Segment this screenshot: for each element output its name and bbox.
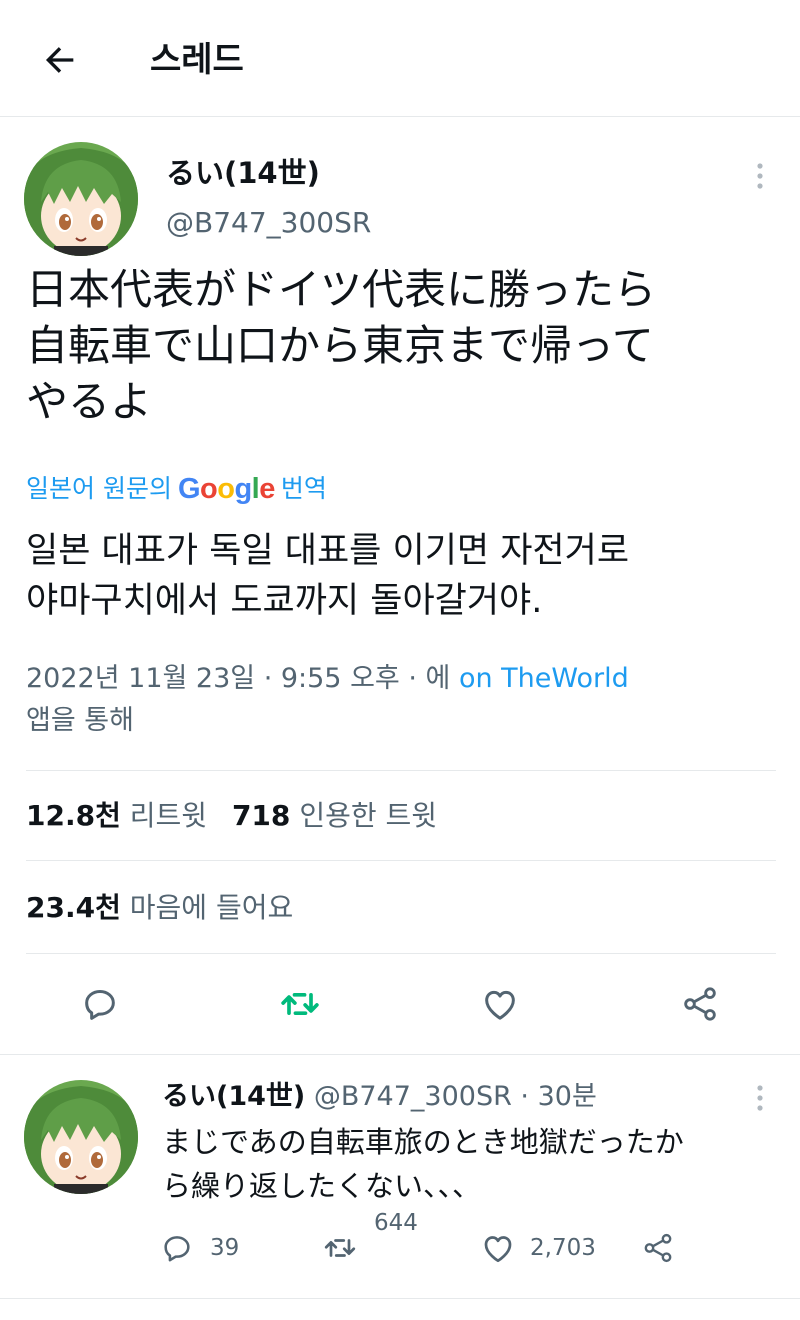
retweet-icon [324,1239,356,1257]
retweet-quote-stats: 12.8천 리트윗 718 인용한 트윗 [26,796,437,836]
page-title: 스레드 [150,40,244,80]
reply-icon [85,990,115,1020]
reply-handle-time[interactable]: @B747_300SR · 30분 [314,1081,597,1112]
section-divider [0,1054,800,1055]
reply-count: 39 [210,1235,240,1261]
translated-text-line: 일본 대표가 독일 대표를 이기면 자전거로 [26,531,630,571]
source-app-link[interactable]: on TheWorld [459,663,629,694]
translate-suffix: 번역 [280,474,327,503]
retweet-icon [281,993,319,1015]
retweet-button[interactable] [276,980,324,1028]
divider [26,770,776,771]
quotes-stat[interactable]: 718 인용한 트윗 [232,799,437,832]
reply-header: るい(14世) @B747_300SR · 30분 [162,1078,597,1116]
reply-reply-button[interactable]: 39 [160,1228,239,1268]
heart-icon [484,1236,512,1263]
more-vertical-icon [757,163,763,189]
heart-icon [485,990,515,1020]
like-button[interactable] [476,980,524,1028]
author-handle[interactable]: @B747_300SR [166,205,371,241]
reply-like-button[interactable]: 2,703 [480,1228,596,1268]
likes-stat[interactable]: 23.4천 마음에 들어요 [26,888,293,928]
bottom-divider [0,1298,800,1299]
reply-author-name[interactable]: るい(14世) [162,1081,305,1112]
tweet-text-line: 日本代表がドイツ代表に勝ったら [26,265,657,314]
more-vertical-icon [757,1085,763,1111]
reply-retweet-button[interactable] [322,1228,358,1268]
back-button[interactable] [38,38,82,82]
reply-text-line: まじであの自転車旅のとき地獄だったか [162,1125,684,1159]
translated-text-line: 야마구치에서 도쿄까지 돌아갈거야. [26,581,543,621]
share-icon [644,1233,672,1263]
reply-button[interactable] [76,980,124,1028]
share-icon [684,987,716,1021]
translated-text: 일본 대표가 독일 대표를 이기면 자전거로 야마구치에서 도쿄까지 돌아갈거야… [26,526,629,626]
avatar[interactable] [24,142,138,256]
reply-text: まじであの自転車旅のとき地獄だったか ら繰り返したくない、、、 [162,1120,684,1208]
tweet-text-line: 自転車で山口から東京まで帰って [26,321,654,370]
tweet-meta: 2022년 11월 23일 · 9:55 오후 · 에 on TheWorld … [26,658,629,742]
arrow-left-icon [45,47,74,73]
divider [26,953,776,954]
reply-text-line: ら繰り返したくない、、、 [162,1169,482,1203]
source-suffix: 앱을 통해 [26,705,134,736]
like-count: 2,703 [530,1235,596,1261]
reply-avatar[interactable] [24,1080,138,1194]
share-button[interactable] [676,980,724,1028]
thread-header [0,0,800,117]
google-logo: Google [177,473,275,505]
tweet-text: 日本代表がドイツ代表に勝ったら 自転車で山口から東京まで帰って やるよ [26,262,656,430]
translate-link[interactable]: 일본어 원문의 Google 번역 [26,472,327,506]
reply-share-button[interactable] [638,1228,678,1268]
translate-prefix: 일본어 원문의 [26,474,172,503]
timestamp[interactable]: 2022년 11월 23일 · 9:55 오후 · 에 [26,663,450,694]
divider [26,860,776,861]
reply-more-options-button[interactable] [750,1080,770,1116]
author-name[interactable]: るい(14世) [166,154,320,192]
reply-icon [164,1236,190,1262]
more-options-button[interactable] [750,158,770,194]
retweets-stat[interactable]: 12.8천 리트윗 [26,799,207,832]
reply-retweet-count: 644 [374,1210,418,1236]
tweet-text-line: やるよ [26,377,153,426]
